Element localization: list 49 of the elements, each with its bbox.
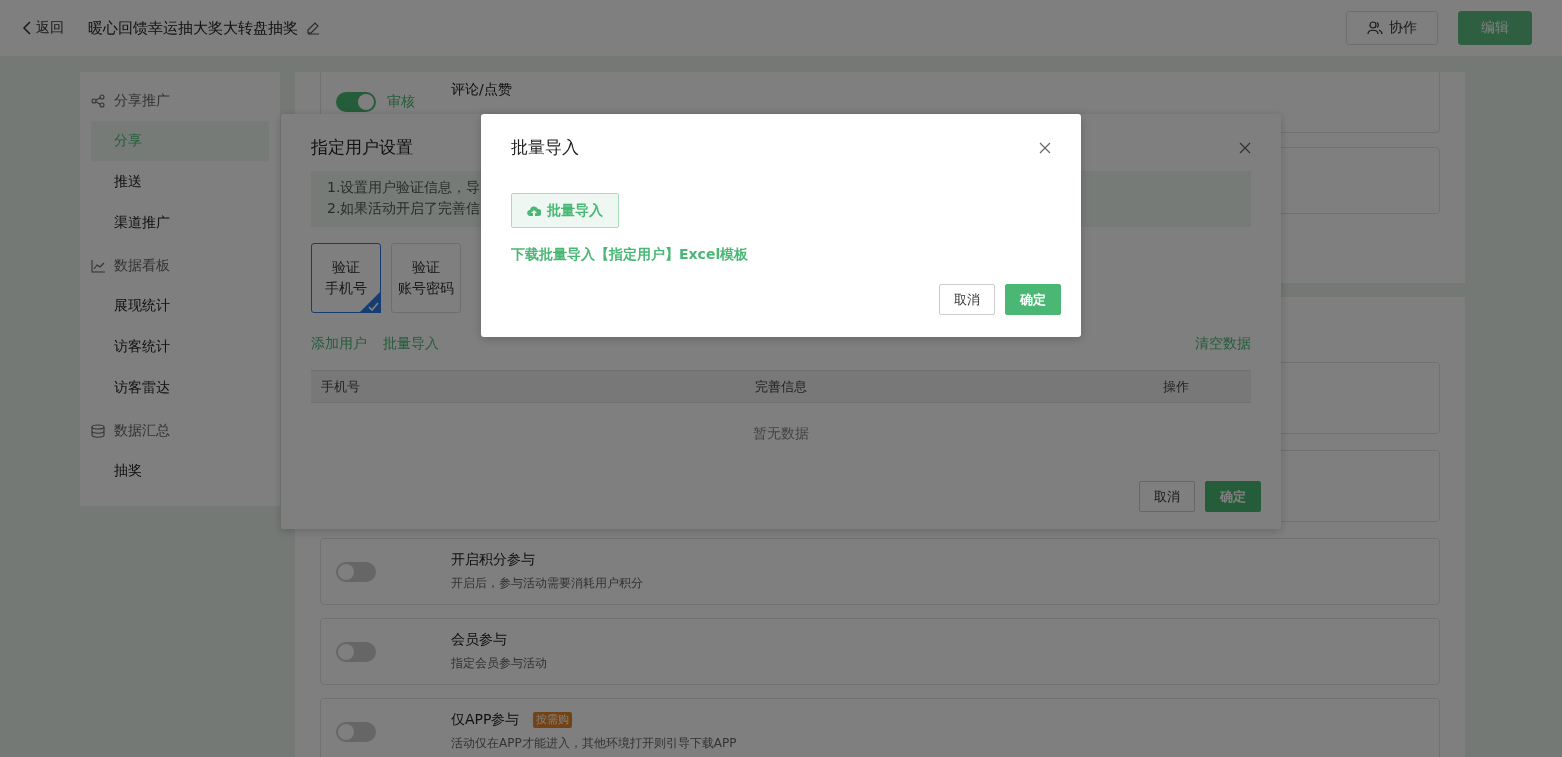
- cancel-button[interactable]: 取消: [1139, 481, 1195, 512]
- sidebar-item[interactable]: 渠道推广: [91, 203, 269, 243]
- column-header: 完善信息: [754, 377, 808, 396]
- empty-message: 暂无数据: [752, 425, 810, 443]
- sidebar-group-label: 分享推广: [114, 91, 170, 110]
- toggle-switch[interactable]: [336, 561, 376, 582]
- setting-title: 开启积分参与: [451, 551, 535, 569]
- collaborate-button[interactable]: 协作: [1346, 11, 1438, 45]
- sidebar-item[interactable]: 访客统计: [91, 327, 269, 367]
- users-icon: [1367, 20, 1383, 36]
- sidebar-item[interactable]: 推送: [91, 162, 269, 202]
- setting-title: 会员参与: [451, 631, 507, 649]
- notice-text: 2.如果活动开启了完善信: [327, 200, 481, 216]
- toggle-switch[interactable]: [336, 721, 376, 742]
- toggle-switch[interactable]: [336, 641, 376, 662]
- line-chart-icon: [91, 258, 106, 273]
- chevron-left-icon: [22, 21, 32, 35]
- setting-description: 开启后，参与活动需要消耗用户积分: [451, 575, 643, 592]
- close-icon[interactable]: [1239, 141, 1251, 154]
- sidebar-group-label: 数据汇总: [114, 421, 170, 440]
- column-header: 操作: [1162, 377, 1190, 396]
- verify-option[interactable]: 验证 账号密码: [391, 243, 461, 313]
- cancel-button[interactable]: 取消: [939, 284, 995, 315]
- notice-text: 1.设置用户验证信息，导: [327, 179, 481, 195]
- paid-badge: 按需购: [533, 712, 573, 728]
- setting-description: 指定会员参与活动: [451, 655, 547, 672]
- edit-icon: [306, 21, 320, 35]
- switch-label: 审核: [387, 93, 415, 111]
- confirm-button[interactable]: 确定: [1005, 284, 1061, 315]
- template-download-link[interactable]: 下载批量导入【指定用户】Excel模板: [511, 246, 1051, 264]
- upload-button[interactable]: 批量导入: [511, 193, 619, 228]
- setting-description: 活动仅在APP才能进入，其他环境打开则引导下载APP: [451, 735, 737, 752]
- cloud-upload-icon: [527, 204, 541, 217]
- sidebar-item[interactable]: 抽奖: [91, 451, 269, 491]
- page-title: 暖心回馈幸运抽大奖大转盘抽奖: [88, 18, 298, 38]
- toggle-switch[interactable]: [336, 92, 376, 112]
- verify-option[interactable]: 验证 手机号: [311, 243, 381, 313]
- sidebar-item[interactable]: 展现统计: [91, 286, 269, 326]
- dialog-title: 指定用户设置: [311, 136, 413, 159]
- back-link[interactable]: 返回: [22, 19, 64, 37]
- setting-title: 评论/点赞: [451, 81, 512, 99]
- close-icon[interactable]: [1039, 141, 1051, 154]
- sidebar-item[interactable]: 访客雷达: [91, 368, 269, 408]
- sidebar-group-label: 数据看板: [114, 256, 170, 275]
- setting-title: 仅APP参与: [451, 711, 520, 729]
- share-icon: [91, 93, 106, 108]
- dialog-title: 批量导入: [511, 136, 579, 159]
- column-header: 手机号: [321, 377, 361, 396]
- database-icon: [91, 423, 106, 438]
